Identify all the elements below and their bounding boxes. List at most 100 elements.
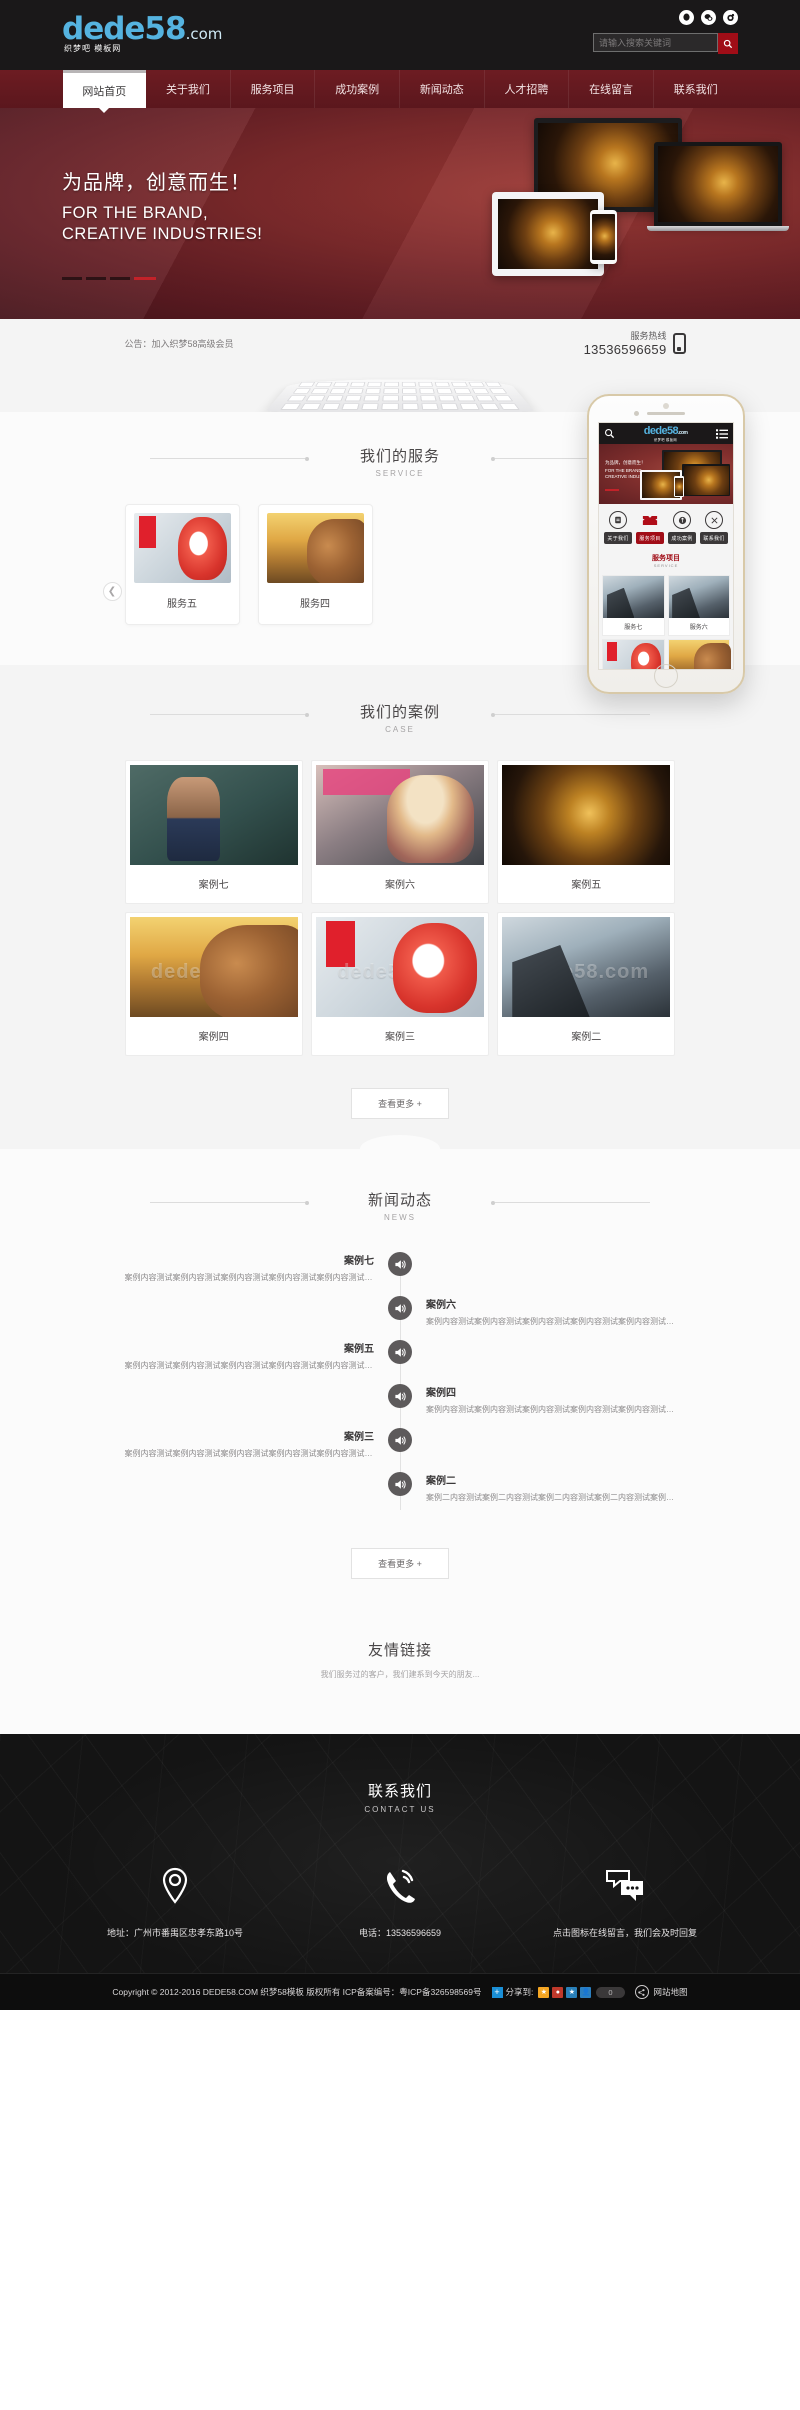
nav-item-news[interactable]: 新闻动态 [400,70,485,108]
site-logo[interactable]: dede58.com 织梦吧 模板网 [62,14,222,54]
footer-message-text: 点击图标在线留言，我们会及时回复 [552,1928,697,1938]
speaker-announce-icon[interactable] [388,1384,412,1408]
case-section: 我们的案例 CASE 案例七 案例六 案例五 dede58.com 案例四 de… [0,665,800,1149]
phone-header: dede58.com 织梦吧 模板网 [599,423,733,444]
nav-item-about[interactable]: 关于我们 [146,70,231,108]
phone-card[interactable]: 服务六 [667,575,730,636]
indicator-1[interactable] [62,277,82,281]
search-button[interactable] [718,33,738,54]
case-more-wrap: 查看更多 + [0,1088,800,1119]
nav-item-message[interactable]: 在线留言 [569,70,654,108]
news-item[interactable]: 案例二 案例二内容测试案例二内容测试案例二内容测试案例二内容测试案例二内容测试案… [125,1472,676,1516]
nav-label: 网站首页 [82,85,127,98]
news-item[interactable]: 案例七 案例内容测试案例内容测试案例内容测试案例内容测试案例内容测试案例内容测试… [125,1252,676,1296]
case-card[interactable]: 案例七 [124,760,303,904]
phone-card[interactable]: 服务七 [602,575,665,636]
search-icon[interactable] [604,428,615,439]
phone-card[interactable] [667,639,731,669]
nav-label: 联系我们 [673,84,718,96]
hamburger-menu-icon[interactable] [716,428,728,439]
speaker-announce-icon[interactable] [388,1252,412,1276]
nav-item-home[interactable]: 网站首页 [62,70,147,113]
case-card[interactable]: dede58.com 案例四 [124,912,303,1056]
qzone-icon[interactable]: ★ [566,1986,578,1998]
box-icon [641,511,659,529]
logo-text: dede58 [62,11,187,47]
speaker-announce-icon[interactable] [388,1472,412,1496]
hotline-number: 13536596659 [583,342,667,357]
news-content: 案例七 案例内容测试案例内容测试案例内容测试案例内容测试案例内容测试案例内容测试… [125,1252,401,1284]
chat-bubbles-icon[interactable] [513,1866,738,1908]
phone-card-thumb [668,640,731,669]
weibo-icon[interactable] [723,10,738,25]
copyright-text: Copyright © 2012-2016 DEDE58.COM 织梦58模板 … [112,1987,482,1997]
footer-address-text: 地址：广州市番禺区忠孝东路10号 [106,1928,243,1938]
speaker-announce-icon[interactable] [388,1428,412,1452]
people-icon[interactable]: 👤 [580,1986,592,1998]
case-card[interactable]: 案例六 [310,760,490,904]
laptop-base [647,226,789,231]
wechat-icon[interactable] [701,10,716,25]
speaker-announce-icon[interactable] [388,1296,412,1320]
nav-item-contact[interactable]: 联系我们 [654,70,738,108]
chevron-left-icon[interactable]: ❮ [102,582,122,601]
star-icon[interactable]: ★ [538,1986,550,1998]
service-card[interactable]: 服务四 [257,504,373,625]
indicator-2[interactable] [86,277,106,281]
news-section: 新闻动态 NEWS 案例七 案例内容测试案例内容测试案例内容测试案例内容测试案例… [0,1135,800,1613]
phone-card[interactable] [602,639,665,669]
search-input[interactable] [593,33,718,52]
phone-nav-about[interactable]: 关于我们 [604,511,632,544]
phone-card-label: 服务七 [624,625,643,631]
share-plus-icon[interactable]: + [491,1986,503,1998]
footer-phone-column: 电话：13536596659 [288,1866,513,1939]
phone-section-en: SERVICE [653,563,679,568]
phone-nav-services[interactable]: 服务项目 [636,511,664,544]
phone-nav-contact[interactable]: 联系我们 [700,511,728,544]
news-item[interactable]: 案例六 案例内容测试案例内容测试案例内容测试案例内容测试案例内容测试案例内容测试… [125,1296,676,1340]
hero-en-line2: CREATIVE INDUSTRIES! [62,225,263,244]
service-card-label: 服务四 [300,599,330,610]
news-content: 案例四 案例内容测试案例内容测试案例内容测试案例内容测试案例内容测试案例内容测试… [400,1384,676,1416]
renren-icon[interactable]: ● [552,1986,564,1998]
case-card[interactable]: dede58.com 案例二 [497,912,676,1056]
news-title: 案例五 [344,1344,374,1355]
homepage: dede58.com 织梦吧 模板网 请输入搜索关键词 网站首页 关于我们 服务… [0,0,800,2010]
speaker-announce-icon[interactable] [388,1340,412,1364]
nav-item-jobs[interactable]: 人才招聘 [485,70,570,108]
announcement-text[interactable]: 公告：加入织梦58高级会员 [125,337,234,350]
case-thumbnail: dede58.com [502,917,671,1017]
case-card[interactable]: dede58.com 案例三 [310,912,490,1056]
share-widget: + 分享到: ★ ● ★ 👤 0 [491,1986,625,1998]
case-label: 案例五 [571,880,602,891]
sitemap-link[interactable]: 网站地图 [634,1985,688,1999]
phone-nav-label: 服务项目 [636,532,664,544]
phone-home-button[interactable] [654,664,678,688]
tablet-white-mockup [492,192,604,276]
watermark-text: dede58.com [150,961,277,983]
case-more-button[interactable]: 查看更多 + [351,1088,449,1119]
news-item[interactable]: 案例三 案例内容测试案例内容测试案例内容测试案例内容测试案例内容测试案例内容测试… [125,1428,676,1472]
case-card[interactable]: 案例五 [497,760,676,904]
indicator-4-active[interactable] [134,277,156,281]
phone-logo-sub: 织梦吧 模板网 [654,437,677,442]
news-item[interactable]: 案例五 案例内容测试案例内容测试案例内容测试案例内容测试案例内容测试案例内容测试… [125,1340,676,1384]
indicator-3[interactable] [110,277,130,281]
phone-nav-label: 关于我们 [604,532,632,544]
nav-item-services[interactable]: 服务项目 [231,70,316,108]
mobile-phone-icon [672,332,686,354]
news-more-button[interactable]: 查看更多 + [351,1548,449,1579]
phone-nav-cases[interactable]: 成功案例 [668,511,696,544]
hero-banner: 为品牌，创意而生！ FOR THE BRAND, CREATIVE INDUST… [0,108,800,319]
phone-nav-label: 联系我们 [700,532,728,544]
qq-icon[interactable] [679,10,694,25]
service-thumbnail [133,513,231,583]
news-item[interactable]: 案例四 案例内容测试案例内容测试案例内容测试案例内容测试案例内容测试案例内容测试… [125,1384,676,1428]
top-bar: dede58.com 织梦吧 模板网 [0,0,800,70]
service-card[interactable]: 服务五 [124,504,240,625]
nav-item-cases[interactable]: 成功案例 [315,70,400,108]
hero-slider-indicators[interactable] [62,277,262,281]
news-content: 案例二 案例二内容测试案例二内容测试案例二内容测试案例二内容测试案例二内容测试案… [400,1472,676,1504]
hotline-label: 服务热线 [630,331,667,341]
phone-card-thumb [668,576,729,618]
